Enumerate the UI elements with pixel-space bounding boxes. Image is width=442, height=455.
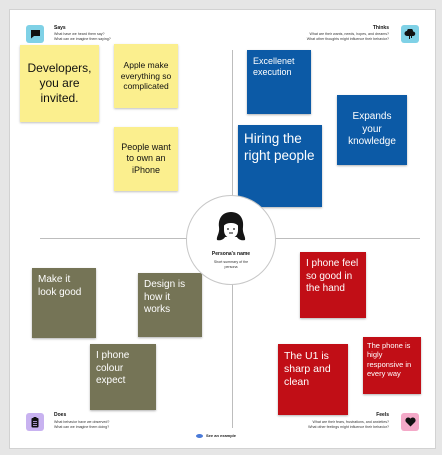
sticky-note-thinks[interactable]: Expands your knowledge <box>337 95 407 165</box>
persona-summary: Short summary of the persona <box>213 260 249 269</box>
does-subtitle-2: What can we imagine them doing? <box>54 425 110 429</box>
eye-icon <box>196 433 203 438</box>
see-example-label: See an example <box>206 433 237 438</box>
sticky-note-says[interactable]: People want to own an iPhone <box>114 127 178 191</box>
thinks-title: Thinks <box>372 25 389 31</box>
feels-subtitle-2: What other feelings might influence thei… <box>308 425 389 429</box>
persona-circle[interactable]: Persona's name Short summary of the pers… <box>186 195 276 285</box>
sticky-note-feels[interactable]: I phone feel so good in the hand <box>300 252 366 318</box>
sticky-note-says[interactable]: Apple make everything so complicated <box>114 44 178 108</box>
sticky-note-does[interactable]: Design is how it works <box>138 273 202 337</box>
persona-avatar-icon <box>216 212 246 241</box>
sticky-note-thinks[interactable]: Hiring the right people <box>238 125 322 207</box>
speech-bubble-icon <box>26 25 44 43</box>
thought-cloud-icon <box>401 25 419 43</box>
sticky-note-says[interactable]: Developers, you are invited. <box>20 45 99 122</box>
says-subtitle-2: What can we imagine them saying? <box>54 37 111 41</box>
sticky-note-does[interactable]: I phone colour expect <box>90 344 156 410</box>
clipboard-icon <box>26 413 44 431</box>
thinks-subtitle-2: What other thoughts might influence thei… <box>306 37 389 41</box>
sticky-note-feels[interactable]: The U1 is sharp and clean <box>278 344 348 415</box>
heart-icon <box>401 413 419 431</box>
sticky-note-feels[interactable]: The phone is higly responsive in every w… <box>363 337 421 394</box>
does-title: Does <box>54 412 67 418</box>
sticky-note-thinks[interactable]: Excellenet execution <box>247 50 311 114</box>
persona-name: Persona's name <box>211 251 251 257</box>
says-title: Says <box>54 25 66 31</box>
sticky-note-does[interactable]: Make it look good <box>32 268 96 338</box>
see-example-link[interactable]: See an example <box>196 433 236 438</box>
empathy-map-board: Says What have we heard them say? What c… <box>9 9 436 449</box>
feels-title: Feels <box>376 412 389 418</box>
